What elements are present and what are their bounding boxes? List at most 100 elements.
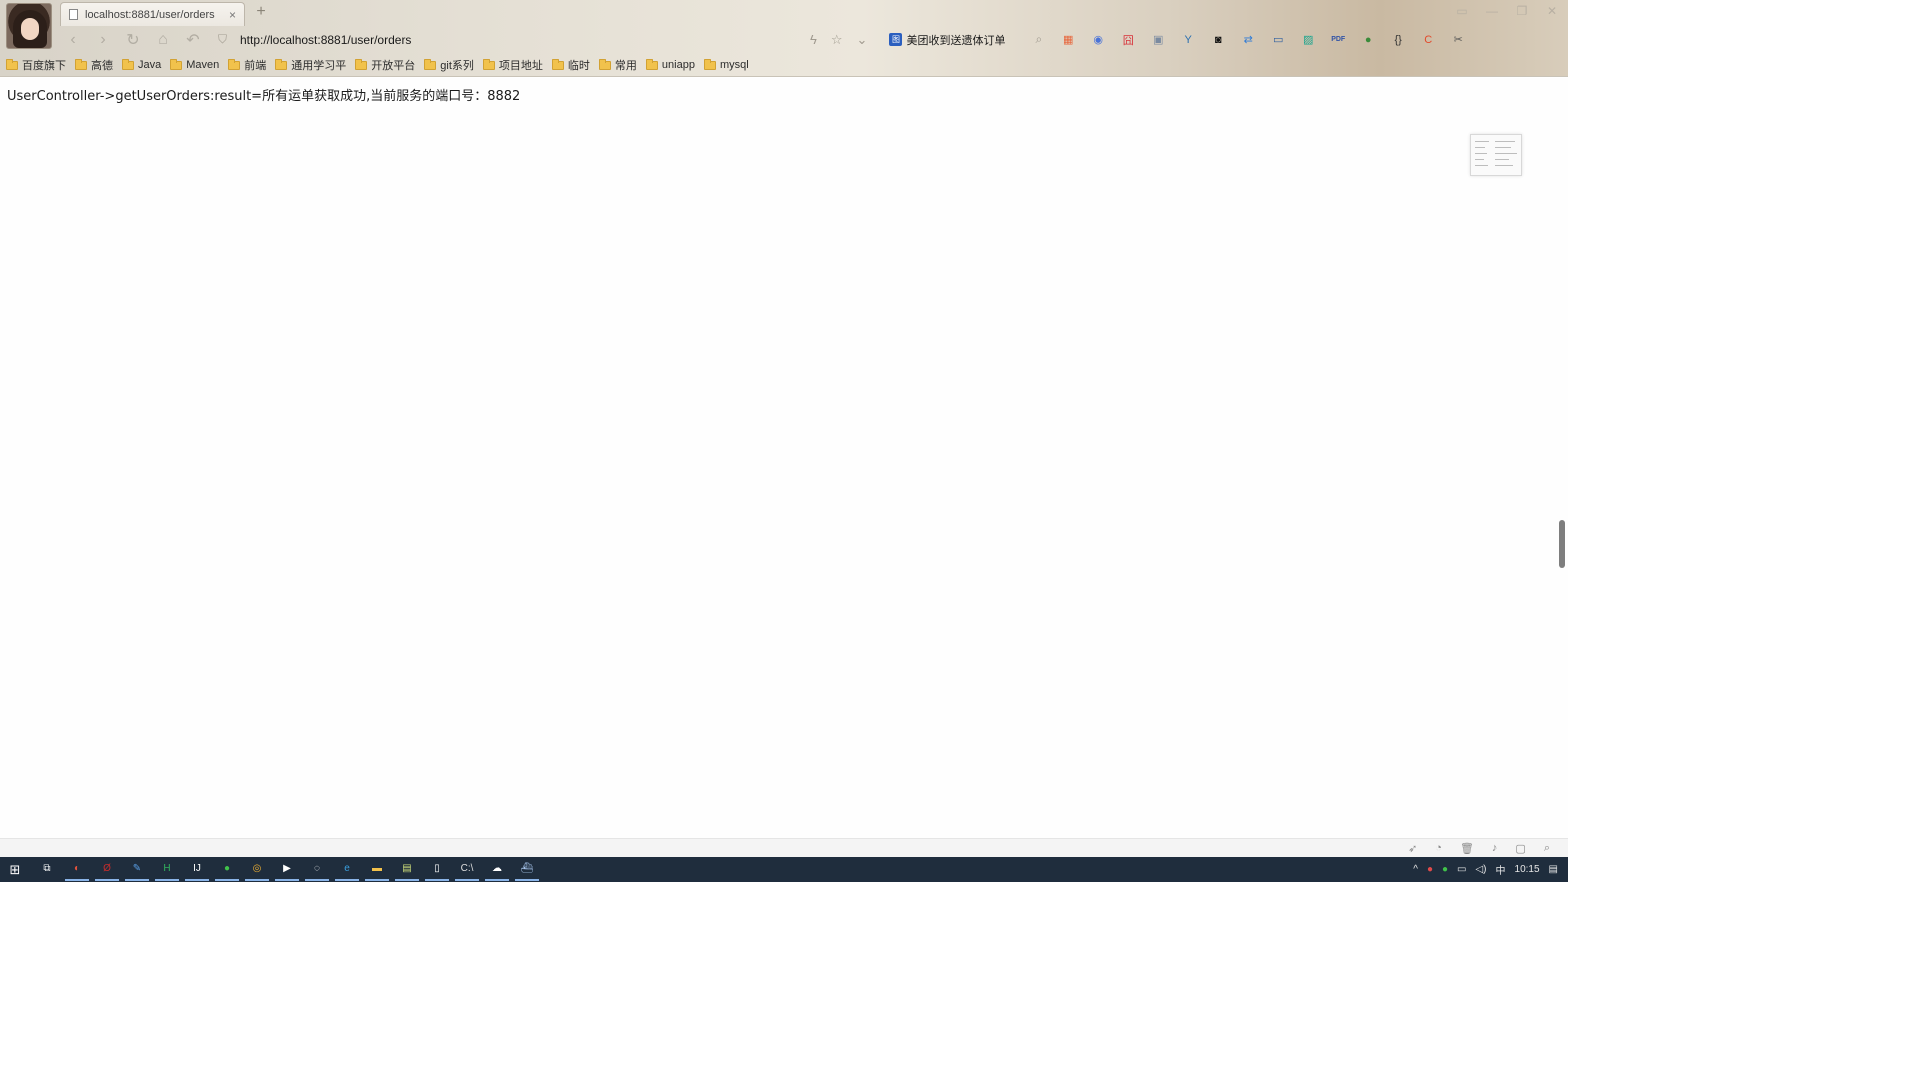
ime-indicator[interactable]: 中 — [1496, 862, 1506, 877]
browser-tab[interactable]: localhost:8881/user/orders × — [60, 2, 245, 26]
trash-icon[interactable]: 🗑 — [1460, 842, 1474, 855]
bookmark-label: 临时 — [567, 60, 590, 72]
speaker-icon[interactable]: ◁) — [1475, 864, 1486, 875]
reload-icon[interactable]: ↻ — [120, 29, 146, 51]
cloud-icon[interactable]: ☁ — [485, 859, 509, 881]
folder-icon — [170, 58, 183, 70]
speed-icon[interactable]: ◔ — [1435, 842, 1442, 854]
windows-start-icon[interactable]: ⊞ — [1, 857, 29, 882]
git-client-icon[interactable]: ◐ — [65, 859, 89, 881]
bookmark-item[interactable]: Maven — [170, 58, 219, 71]
chat-icon[interactable]: ◌ — [305, 859, 329, 881]
globe-icon[interactable]: ● — [1358, 31, 1378, 49]
intellij-icon[interactable]: IJ — [185, 859, 209, 881]
vue-icon[interactable]: Y — [1178, 31, 1198, 49]
skin-icon[interactable]: ▭ — [1454, 4, 1470, 18]
zoom-icon[interactable]: ⌕ — [1544, 842, 1550, 855]
security-shield-icon[interactable]: ⛉ — [218, 32, 232, 47]
tab-close-icon[interactable]: × — [229, 8, 236, 22]
hbuilder-icon[interactable]: H — [155, 859, 179, 881]
forward-icon[interactable]: › — [90, 29, 116, 51]
notepad-icon[interactable]: ▤ — [395, 859, 419, 881]
braces-icon[interactable]: {} — [1388, 31, 1408, 49]
bookmark-item[interactable]: 高德 — [75, 57, 113, 73]
folder-icon — [6, 58, 18, 70]
windows-taskbar: ⊞ ⧉ ◐ Ø ✎ H IJ ● ◎ ▶ ◌ e ▬ ▤ ▯ C:\ ☁ ⛴ ^ ● ● ▭ ◁) 中 10:1… — [0, 857, 1568, 882]
red-app-icon[interactable]: 囧 — [1118, 31, 1138, 49]
extensions-bar: ▦ ◉ 囧 ▣ Y ◙ ⇄ ▭ ▨ PDF ● {} C ✂ — [1058, 31, 1468, 49]
terminal-icon[interactable]: C:\ — [455, 859, 479, 881]
home-icon[interactable]: ⌂ — [150, 29, 176, 51]
close-window-icon[interactable]: ✕ — [1544, 4, 1560, 18]
scrollbar-thumb[interactable] — [1559, 520, 1565, 568]
tab-title: localhost:8881/user/orders — [85, 8, 215, 21]
undo-icon[interactable]: ↶ — [180, 29, 206, 51]
bookmark-item[interactable]: 百度旗下 — [6, 57, 66, 73]
c-app-icon[interactable]: C — [1418, 31, 1438, 49]
wechat-icon[interactable]: ● — [215, 859, 239, 881]
bookmarks-bar: 百度旗下 高德 Java Maven 前端 通用学习平 开放平台 git系列 项目地址 临时 常用 u… — [0, 55, 1568, 75]
folder-icon — [75, 58, 87, 70]
pdf-icon[interactable]: PDF — [1328, 31, 1348, 49]
folder-icon — [275, 58, 288, 70]
folder-icon — [703, 58, 716, 70]
chrome-icon[interactable]: ◎ — [245, 859, 269, 881]
screenshot-icon[interactable]: ▣ — [1148, 31, 1168, 49]
bookmark-label: Java — [138, 59, 162, 71]
bookmark-item[interactable]: 前端 — [228, 57, 266, 73]
bookmark-item[interactable]: 临时 — [551, 57, 590, 73]
task-view-icon[interactable]: ⧉ — [35, 859, 59, 881]
bookmark-item[interactable]: 通用学习平 — [275, 57, 346, 73]
scissors-icon[interactable]: ✂ — [1448, 31, 1468, 49]
bookmark-label: 通用学习平 — [291, 60, 347, 72]
bookmark-item[interactable]: Java — [122, 58, 162, 71]
filezilla-icon[interactable]: Ø — [95, 859, 119, 881]
bookmark-item[interactable]: git系列 — [424, 57, 474, 73]
chevron-down-icon[interactable]: ⌄ — [857, 32, 868, 48]
compass-icon[interactable]: ◉ — [1088, 31, 1108, 49]
tray-app-icon[interactable]: ● — [1427, 864, 1433, 875]
network-icon[interactable]: ▭ — [1457, 864, 1466, 875]
restore-icon[interactable]: ❐ — [1514, 4, 1530, 18]
clock[interactable]: 10:15 — [1515, 864, 1540, 875]
bookmark-item[interactable]: 开放平台 — [355, 57, 415, 73]
page-content: UserController->getUserOrders:result=所有运… — [0, 78, 1568, 838]
media-player-icon[interactable]: ▶ — [275, 859, 299, 881]
folder-icon — [645, 58, 658, 70]
notification-icon[interactable]: ▤ — [1549, 864, 1558, 875]
promo-link[interactable]: 图 美团收到送遗体订单 — [889, 32, 1005, 48]
bookmark-item[interactable]: mysql — [703, 58, 749, 71]
explorer-icon[interactable]: ▬ — [365, 859, 389, 881]
bookmark-label: 常用 — [614, 60, 637, 72]
rocket-icon[interactable]: ➶ — [1408, 842, 1417, 855]
back-icon[interactable]: ‹ — [60, 29, 86, 51]
navigation-toolbar: ‹ › ↻ ⌂ ↶ ⛉ http://localhost:8881/user/o… — [60, 27, 1560, 52]
windows-tile-icon[interactable]: ▦ — [1058, 31, 1078, 49]
window-icon[interactable]: ▢ — [1515, 842, 1525, 855]
folder-icon — [482, 58, 495, 70]
feather-icon[interactable]: ✎ — [125, 859, 149, 881]
new-tab-button[interactable]: + — [252, 3, 270, 21]
document-icon[interactable]: ▯ — [425, 859, 449, 881]
user-avatar[interactable] — [6, 3, 52, 49]
edge-icon[interactable]: e — [335, 859, 359, 881]
page-minimap[interactable] — [1470, 134, 1522, 176]
bookmark-item[interactable]: uniapp — [645, 58, 695, 71]
monitor-icon[interactable]: ▭ — [1268, 31, 1288, 49]
bookmark-label: 开放平台 — [371, 60, 416, 72]
search-icon[interactable]: ⌕ — [1035, 32, 1042, 47]
star-icon[interactable]: ☆ — [831, 32, 843, 48]
mask-icon[interactable]: ◙ — [1208, 31, 1228, 49]
tray-chevron-icon[interactable]: ^ — [1413, 864, 1418, 875]
address-bar[interactable]: http://localhost:8881/user/orders — [240, 33, 800, 47]
bookmark-item[interactable]: 常用 — [598, 57, 637, 73]
volume-icon[interactable]: ♪ — [1492, 842, 1498, 854]
bookmark-item[interactable]: 项目地址 — [482, 57, 543, 73]
image-icon[interactable]: ▨ — [1298, 31, 1318, 49]
sync-icon[interactable]: ⇄ — [1238, 31, 1258, 49]
page-icon — [69, 9, 78, 20]
ship-icon[interactable]: ⛴ — [515, 859, 539, 881]
tray-wechat-icon[interactable]: ● — [1442, 864, 1448, 875]
minimize-icon[interactable]: — — [1484, 4, 1500, 18]
lightning-icon[interactable]: ϟ — [810, 32, 817, 48]
